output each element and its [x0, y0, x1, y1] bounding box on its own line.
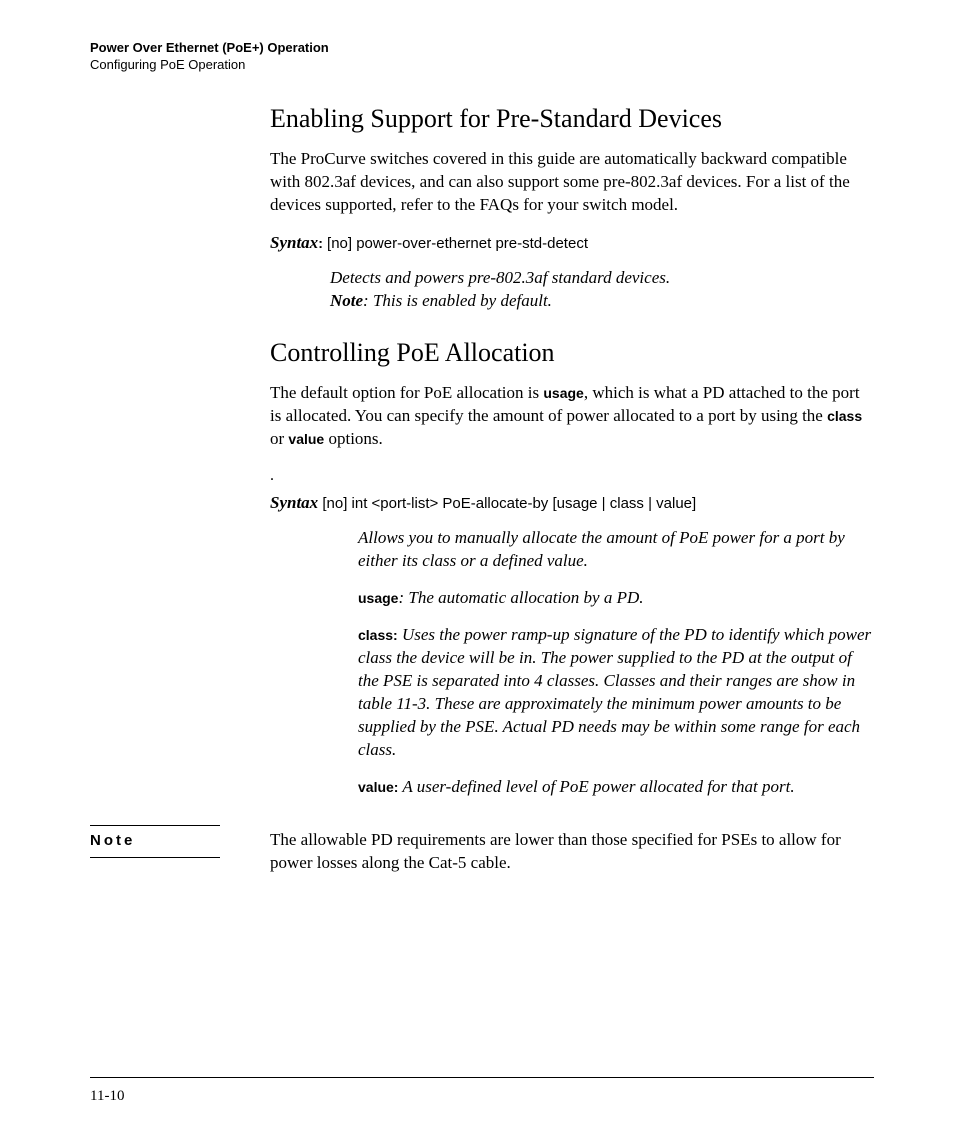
syntax-value: value: A user-defined level of PoE power… [358, 776, 874, 799]
stray-dot: . [270, 467, 874, 485]
syntax-command: [no] power-over-ethernet pre-std-detect [323, 235, 588, 252]
syntax-desc-text: Detects and powers pre-802.3af standard … [330, 268, 670, 287]
main-content: Enabling Support for Pre-Standard Device… [270, 104, 874, 799]
running-header: Power Over Ethernet (PoE+) Operation Con… [90, 40, 874, 74]
syntax-command-2: [no] int <port-list> PoE-allocate-by [us… [318, 495, 696, 512]
syntax-usage: usage: The automatic allocation by a PD. [358, 587, 874, 610]
page-footer: 11-10 [90, 1077, 874, 1105]
note-label: Note [90, 825, 220, 858]
page-number: 11-10 [90, 1088, 124, 1104]
syntax-label: Syntax [270, 233, 318, 252]
syntax-allocate-desc: Allows you to manually allocate the amou… [358, 527, 874, 573]
syntax-line-1: Syntax: [no] power-over-ethernet pre-std… [270, 233, 874, 253]
heading-enabling-support: Enabling Support for Pre-Standard Device… [270, 104, 874, 134]
header-section: Configuring PoE Operation [90, 57, 874, 74]
para-allocation: The default option for PoE allocation is… [270, 382, 874, 451]
page: Power Over Ethernet (PoE+) Operation Con… [0, 0, 954, 875]
syntax-desc-1: Detects and powers pre-802.3af standard … [330, 267, 874, 313]
syntax-label-2: Syntax [270, 493, 318, 512]
syntax-line-2: Syntax [no] int <port-list> PoE-allocate… [270, 493, 874, 513]
syntax-block-1: Syntax: [no] power-over-ethernet pre-std… [270, 233, 874, 313]
note-block: Note The allowable PD requirements are l… [90, 825, 874, 875]
syntax-note-text: : This is enabled by default. [363, 291, 552, 310]
heading-controlling-poe: Controlling PoE Allocation [270, 338, 874, 368]
syntax-class: class: Uses the power ramp-up signature … [358, 624, 874, 762]
para-prestandard: The ProCurve switches covered in this gu… [270, 148, 874, 217]
syntax-block-2: Syntax [no] int <port-list> PoE-allocate… [270, 493, 874, 798]
header-chapter: Power Over Ethernet (PoE+) Operation [90, 40, 874, 57]
syntax-note-label: Note [330, 291, 363, 310]
note-text: The allowable PD requirements are lower … [270, 825, 874, 875]
